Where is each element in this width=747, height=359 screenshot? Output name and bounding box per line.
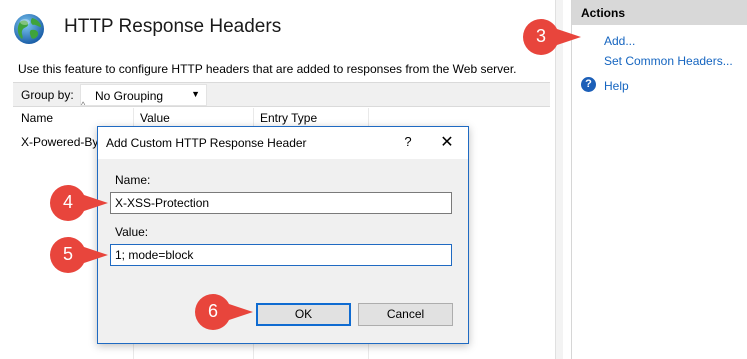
actions-header: Actions [572,0,747,25]
chevron-down-icon: ▼ [191,89,200,99]
close-icon[interactable]: ✕ [436,132,458,152]
dialog-help-button[interactable]: ? [398,134,418,149]
globe-icon [14,14,44,44]
callout-badge-3: 3 [521,17,583,57]
table-row[interactable]: X-Powered-By [21,135,98,149]
dialog-titlebar: Add Custom HTTP Response Header ? ✕ [98,127,468,159]
dialog-title: Add Custom HTTP Response Header [106,136,307,150]
set-common-headers-link[interactable]: Set Common Headers... [604,54,733,68]
value-label: Value: [115,225,149,239]
callout-badge-5: 5 [48,235,110,275]
page-title: HTTP Response Headers [64,16,282,37]
column-header-entry-type[interactable]: Entry Type [260,111,317,125]
callout-number: 6 [207,301,218,321]
group-by-label: Group by: [21,88,74,102]
ok-button[interactable]: OK [256,303,351,326]
group-by-bar: Group by: No Grouping ▼ [13,82,550,107]
actions-pane: Actions Add... Set Common Headers... ? H… [571,0,747,359]
name-label: Name: [115,173,151,187]
callout-number: 3 [535,26,546,46]
callout-badge-6: 6 [193,292,255,332]
value-field[interactable] [110,244,452,266]
column-header-value[interactable]: Value [140,111,170,125]
add-header-dialog: Add Custom HTTP Response Header ? ✕ Name… [97,126,469,344]
callout-badge-4: 4 [48,183,110,223]
add-action-link[interactable]: Add... [604,34,635,48]
callout-number: 5 [62,244,73,264]
name-field[interactable] [110,192,452,214]
sort-indicator-icon: ^ [81,100,86,110]
group-by-value: No Grouping [95,89,164,103]
help-icon: ? [581,77,596,92]
help-link[interactable]: Help [604,79,629,93]
feature-description: Use this feature to configure HTTP heade… [18,62,517,76]
cancel-button[interactable]: Cancel [358,303,453,326]
callout-number: 4 [62,192,73,212]
group-by-dropdown[interactable]: No Grouping ▼ [80,84,207,106]
column-header-name[interactable]: Name [21,111,53,125]
